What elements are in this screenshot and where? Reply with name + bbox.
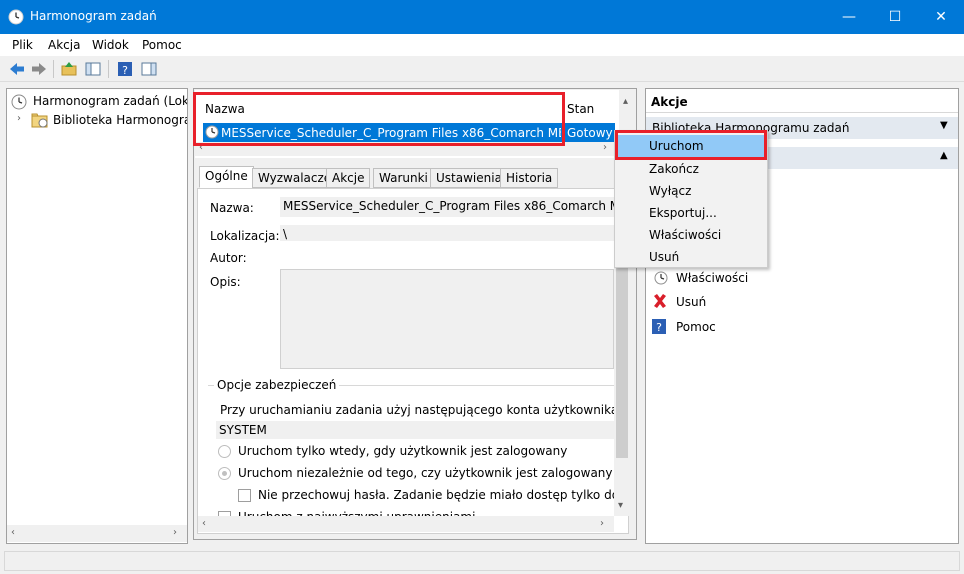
- status-bar: [0, 548, 964, 574]
- scroll-right-icon[interactable]: ›: [600, 518, 604, 529]
- name-field[interactable]: MESService_Scheduler_C_Program Files x86…: [280, 197, 614, 217]
- scroll-left-icon[interactable]: ‹: [202, 518, 206, 529]
- author-field: [280, 249, 614, 265]
- scroll-down-icon[interactable]: ▾: [618, 500, 623, 511]
- console-tree: Harmonogram zadań (Lokalny) › Biblioteka…: [6, 88, 188, 544]
- show-hide-action-pane-icon[interactable]: [140, 60, 158, 78]
- window-title: Harmonogram zadań: [30, 9, 157, 23]
- scroll-right-icon[interactable]: ›: [173, 527, 177, 538]
- task-scheduler-icon: [8, 9, 24, 25]
- forward-arrow-icon[interactable]: [30, 60, 48, 78]
- action-delete[interactable]: Usuń: [676, 295, 706, 309]
- user-account-field: SYSTEM: [216, 421, 614, 439]
- menu-item-delete[interactable]: Usuń: [615, 246, 767, 268]
- name-label: Nazwa:: [210, 201, 254, 215]
- location-field: \: [280, 225, 614, 241]
- menu-akcja[interactable]: Akcja: [48, 38, 80, 52]
- action-help[interactable]: Pomoc: [676, 320, 716, 334]
- menu-item-end[interactable]: Zakończ: [615, 158, 767, 180]
- tab-historia[interactable]: Historia: [500, 168, 559, 188]
- tree-root-label[interactable]: Harmonogram zadań (Lokalny): [33, 94, 187, 108]
- help-icon[interactable]: ?: [116, 60, 134, 78]
- back-arrow-icon[interactable]: [8, 60, 26, 78]
- description-textarea[interactable]: [280, 269, 614, 369]
- radio-run-when-logged-on-label[interactable]: Uruchom tylko wtedy, gdy użytkownik jest…: [238, 444, 567, 458]
- tab-ustawienia[interactable]: Ustawienia: [430, 168, 508, 188]
- up-folder-icon[interactable]: [60, 60, 78, 78]
- scroll-up-icon[interactable]: ▴: [623, 96, 628, 107]
- tab-wyzwalacze[interactable]: Wyzwalacze: [252, 168, 338, 188]
- menu-pomoc[interactable]: Pomoc: [142, 38, 182, 52]
- menu-item-export[interactable]: Eksportuj...: [615, 202, 767, 224]
- actions-header: Akcje: [646, 89, 958, 113]
- tab-ogolne[interactable]: Ogólne: [199, 166, 254, 188]
- action-properties[interactable]: Właściwości: [676, 271, 748, 285]
- task-status[interactable]: Gotowy: [567, 126, 613, 140]
- checkbox-do-not-store-password[interactable]: [238, 489, 251, 502]
- red-x-icon: [654, 294, 666, 308]
- menu-item-properties[interactable]: Właściwości: [615, 224, 767, 246]
- clock-properties-icon: [654, 271, 668, 285]
- column-header-status[interactable]: Stan: [567, 102, 594, 116]
- collapse-up-icon[interactable]: ▲: [940, 150, 948, 161]
- toolbar: ?: [0, 56, 964, 82]
- radio-run-when-logged-on[interactable]: [218, 445, 231, 458]
- svg-text:?: ?: [122, 64, 128, 77]
- detail-horizontal-scrollbar[interactable]: ‹ ›: [198, 516, 614, 532]
- general-tab-content: Nazwa: MESService_Scheduler_C_Program Fi…: [197, 188, 629, 534]
- highlight-run-item: [615, 130, 767, 160]
- scroll-left-icon[interactable]: ‹: [11, 527, 15, 538]
- detail-vertical-scrollbar[interactable]: ▾: [614, 268, 630, 516]
- description-label: Opis:: [210, 275, 241, 289]
- security-prompt: Przy uruchamianiu zadania użyj następują…: [220, 403, 623, 417]
- radio-run-whether-logged-on-label[interactable]: Uruchom niezależnie od tego, czy użytkow…: [238, 466, 613, 480]
- menu-plik[interactable]: Plik: [12, 38, 33, 52]
- toolbar-separator: [53, 60, 54, 78]
- tab-warunki[interactable]: Warunki: [373, 168, 434, 188]
- collapse-down-icon[interactable]: ▼: [940, 120, 948, 131]
- svg-text:?: ?: [656, 321, 662, 334]
- highlight-task-row: [193, 92, 565, 146]
- security-group-title: Opcje zabezpieczeń: [214, 378, 340, 392]
- tree-library-label[interactable]: Biblioteka Harmonogramu zadań: [53, 113, 187, 127]
- minimize-button[interactable]: —: [826, 0, 872, 34]
- clock-icon: [11, 94, 27, 110]
- checkbox-do-not-store-password-label[interactable]: Nie przechowuj hasła. Zadanie będzie mia…: [258, 488, 614, 502]
- actions-title: Akcje: [651, 95, 688, 109]
- menu-bar: Plik Akcja Widok Pomoc: [0, 34, 964, 56]
- close-button[interactable]: ✕: [918, 0, 964, 34]
- scroll-right-icon[interactable]: ›: [603, 142, 607, 153]
- scrollbar-thumb[interactable]: [616, 268, 628, 458]
- expand-chevron-icon[interactable]: ›: [17, 113, 21, 124]
- radio-run-whether-logged-on[interactable]: [218, 467, 231, 480]
- tree-horizontal-scrollbar[interactable]: ‹ ›: [7, 525, 187, 542]
- menu-widok[interactable]: Widok: [92, 38, 129, 52]
- maximize-button[interactable]: ☐: [872, 0, 918, 34]
- toolbar-separator: [108, 60, 109, 78]
- title-bar: Harmonogram zadań — ☐ ✕: [0, 0, 964, 34]
- status-panel: [4, 551, 960, 571]
- show-hide-console-tree-icon[interactable]: [84, 60, 102, 78]
- tab-akcje[interactable]: Akcje: [326, 168, 371, 188]
- folder-clock-icon: [31, 113, 48, 128]
- location-label: Lokalizacja:: [210, 229, 280, 243]
- menu-item-disable[interactable]: Wyłącz: [615, 180, 767, 202]
- author-label: Autor:: [210, 251, 247, 265]
- help-icon: ?: [652, 319, 666, 334]
